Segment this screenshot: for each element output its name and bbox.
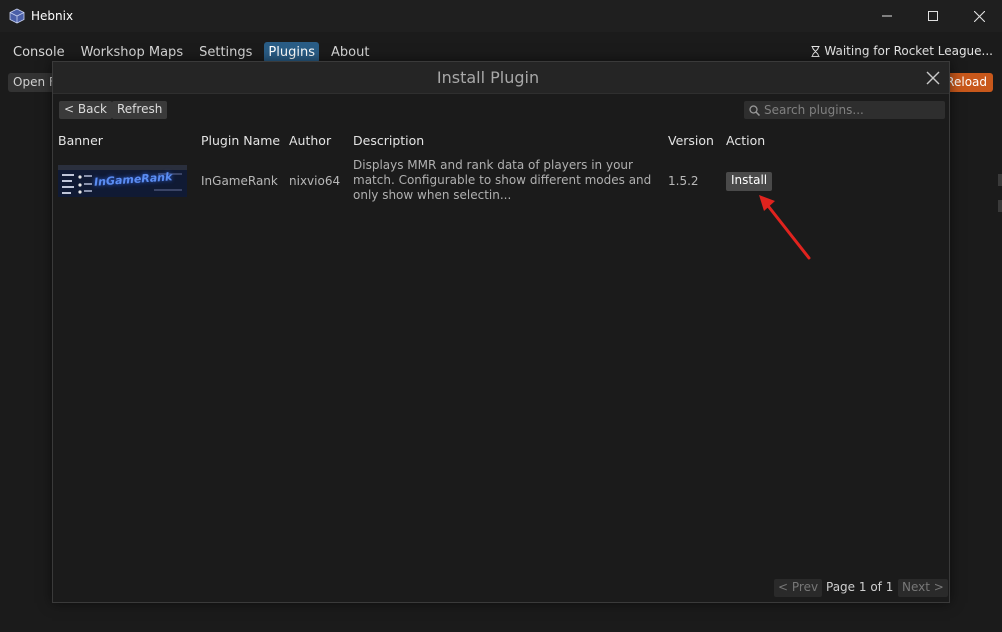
close-window-button[interactable]: [956, 0, 1002, 32]
annotation-arrow-icon: [759, 195, 811, 260]
cube-icon: [9, 8, 25, 24]
maximize-icon: [928, 11, 938, 21]
window-controls: [864, 0, 1002, 32]
search-icon: [749, 104, 760, 116]
menu-plugins[interactable]: Plugins: [264, 41, 319, 63]
background-panel-edge: [998, 200, 1002, 212]
plugin-author-cell: nixvio64: [289, 174, 341, 188]
status-text: Waiting for Rocket League...: [824, 44, 993, 58]
column-header-description: Description: [353, 133, 425, 148]
window-title: Hebnix: [31, 9, 74, 23]
back-button[interactable]: < Back: [59, 101, 113, 119]
column-header-plugin-name: Plugin Name: [201, 133, 281, 148]
menu-workshop-maps[interactable]: Workshop Maps: [77, 42, 187, 63]
plugin-banner: InGameRank: [58, 165, 187, 197]
close-icon: [973, 10, 985, 22]
hourglass-icon: [811, 45, 820, 57]
background-panel-edge: [998, 174, 1002, 186]
maximize-button[interactable]: [910, 0, 956, 32]
page-indicator: Page 1 of 1: [826, 580, 894, 594]
search-box: [744, 101, 945, 119]
plugin-name-cell: InGameRank: [201, 174, 278, 188]
plugin-version-cell: 1.5.2: [668, 174, 699, 188]
column-header-author: Author: [289, 133, 332, 148]
install-button[interactable]: Install: [726, 172, 773, 191]
column-header-action: Action: [726, 133, 766, 148]
dialog-title: Install Plugin: [436, 68, 540, 87]
menu-settings[interactable]: Settings: [195, 42, 256, 63]
minimize-button[interactable]: [864, 0, 910, 32]
title-bar: Hebnix: [0, 0, 1002, 32]
prev-page-button[interactable]: < Prev: [774, 579, 823, 597]
next-page-button[interactable]: Next >: [898, 579, 948, 597]
column-header-banner: Banner: [58, 133, 103, 148]
connection-status: Waiting for Rocket League...: [811, 44, 993, 58]
dialog-header: Install Plugin: [53, 62, 949, 94]
column-header-version: Version: [668, 133, 714, 148]
menu-about[interactable]: About: [327, 42, 373, 63]
refresh-button[interactable]: Refresh: [112, 101, 168, 119]
install-plugin-dialog: Install Plugin < Back Refresh Banner Plu…: [52, 61, 950, 603]
close-dialog-icon[interactable]: [925, 70, 941, 86]
search-input[interactable]: [764, 103, 944, 117]
minimize-icon: [882, 15, 892, 17]
plugin-description-cell: Displays MMR and rank data of players in…: [353, 158, 652, 202]
menu-console[interactable]: Console: [9, 42, 69, 63]
